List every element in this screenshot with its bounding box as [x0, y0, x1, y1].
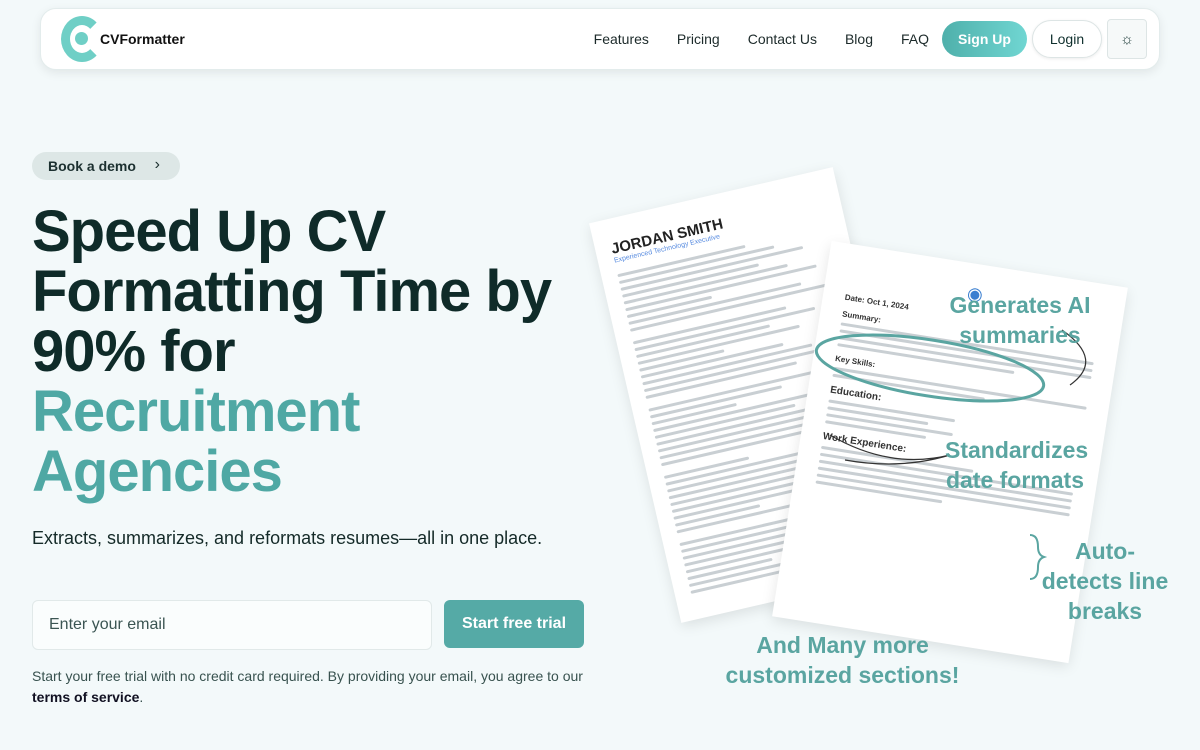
annotation-date-formats: Standardizes date formats [945, 437, 1089, 493]
annotation-marks [814, 329, 1087, 580]
annotation-line-breaks: Auto-detects line breaks [1041, 538, 1169, 624]
annotation-ai-summaries: Generates AI summaries [949, 292, 1091, 348]
annotation-more-sections: And Many more customized sections! [725, 632, 960, 688]
